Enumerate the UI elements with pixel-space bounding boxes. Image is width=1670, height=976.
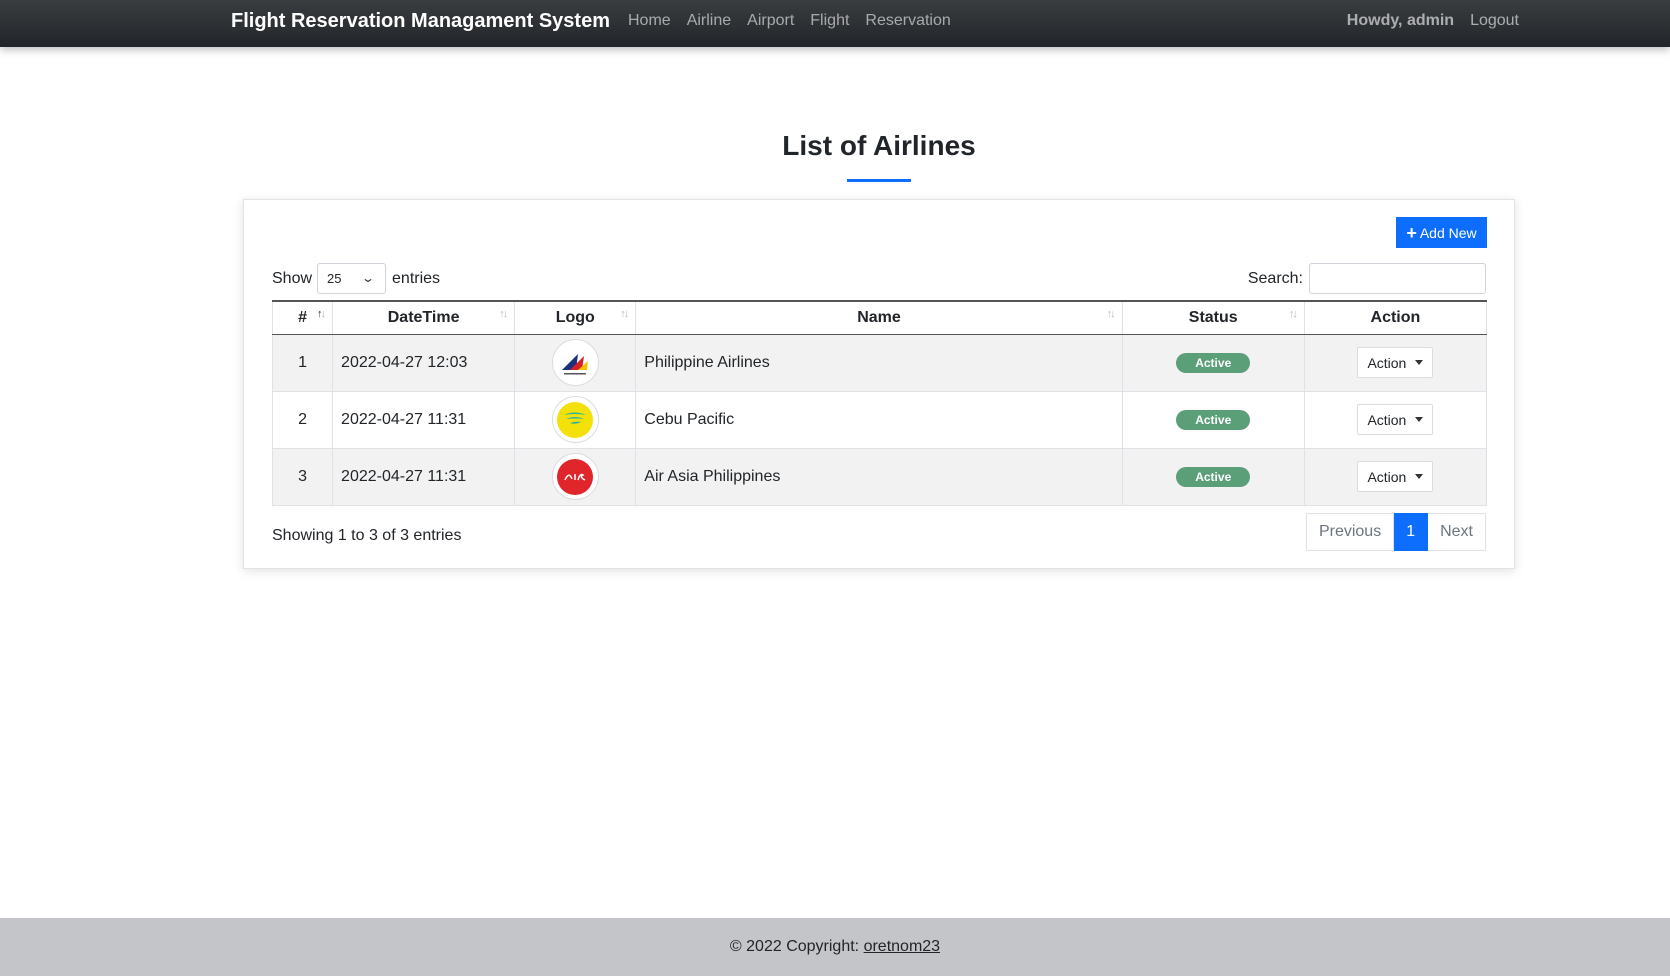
title-underline [847,179,911,182]
header-datetime[interactable]: DateTime ↑↓ [332,300,516,335]
nav-flight-link[interactable]: Flight [810,12,849,30]
nav-links: Home Airline Airport Flight Reservation [628,12,967,30]
row-logo-cell [514,390,637,449]
row-number: 3 [271,447,334,506]
action-label: Action [1367,411,1407,428]
philippine-airlines-logo [551,339,599,386]
nav-reservation-link[interactable]: Reservation [865,12,950,30]
sort-icon: ↑↓ [1288,308,1298,320]
header-logo[interactable]: Logo ↑↓ [514,300,637,335]
plus-icon: + [1406,222,1417,243]
nav-airport-link[interactable]: Airport [747,12,794,30]
footer: © 2022 Copyright: oretnom23 [0,918,1670,976]
status-badge: Active [1176,352,1251,373]
author-link[interactable]: oretnom23 [864,938,941,955]
logout-link[interactable]: Logout [1470,12,1519,30]
add-new-label: Add New [1419,224,1477,241]
status-badge: Active [1176,466,1251,487]
header-datetime-label: DateTime [387,308,460,326]
brand-link[interactable]: Flight Reservation Managament System [231,10,610,33]
row-status-cell: Active [1121,390,1305,449]
copyright-text: © 2022 Copyright: [729,938,860,955]
previous-page-button[interactable]: Previous [1305,513,1395,551]
user-greeting: Howdy, admin [1346,12,1455,29]
action-label: Action [1367,354,1407,371]
entries-label: entries [392,269,441,287]
nav-airline-link[interactable]: Airline [687,12,731,30]
row-number: 2 [271,390,334,449]
table-row: 2 2022-04-27 11:31 Cebu Pacific Active A… [271,390,1488,449]
table-row: 3 2022-04-27 11:31 Air Asia Philippines … [271,447,1488,506]
page-title: List of Airlines [782,130,976,161]
row-datetime: 2022-04-27 11:31 [332,390,516,449]
table-info: Showing 1 to 3 of 3 entries [272,527,462,544]
sort-icon: ↑↓ [620,308,629,320]
header-name-label: Name [857,308,901,326]
row-action-cell: Action [1303,333,1488,392]
sort-icon: ↑↓ [1106,308,1116,320]
nav-user-area: Howdy, admin Logout [1347,12,1519,30]
search-input[interactable] [1309,263,1486,294]
header-status[interactable]: Status ↑↓ [1121,300,1305,335]
row-logo-cell [514,333,637,392]
page-length-select[interactable]: 25 ⌄ [317,263,387,294]
action-dropdown-button[interactable]: Action [1357,347,1434,378]
page-length-control: Show 25 ⌄ entries [272,263,440,294]
chevron-down-icon: ⌄ [360,271,376,285]
caret-down-icon [1415,417,1424,422]
row-number: 1 [271,333,334,392]
nav-home-link[interactable]: Home [628,12,671,30]
row-name: Cebu Pacific [635,390,1123,449]
caret-down-icon [1415,474,1424,479]
sort-icon: ↑↓ [499,308,508,320]
row-datetime: 2022-04-27 12:03 [332,333,516,392]
next-page-button[interactable]: Next [1428,513,1486,551]
page-1-button[interactable]: 1 [1394,513,1429,551]
page-length-value: 25 [327,271,342,286]
row-action-cell: Action [1303,390,1488,449]
search-control: Search: [1248,263,1486,294]
header-status-label: Status [1188,308,1238,326]
add-new-button[interactable]: + Add New [1396,217,1487,248]
header-number-label: # [298,308,307,326]
caret-down-icon [1415,360,1424,365]
row-status-cell: Active [1121,447,1305,506]
row-name: Philippine Airlines [635,333,1123,392]
row-logo-cell [514,447,637,506]
pagination: Previous 1 Next [1305,513,1486,551]
row-status-cell: Active [1121,333,1305,392]
top-navbar: Flight Reservation Managament System Hom… [0,0,1670,47]
action-dropdown-button[interactable]: Action [1357,404,1434,435]
table-header-row: # ↑↓ DateTime ↑↓ Logo ↑↓ Name ↑↓ Status [271,300,1488,335]
table-row: 1 2022-04-27 12:03 Philippine Airlines A… [271,333,1488,392]
header-action-label: Action [1370,308,1421,326]
action-dropdown-button[interactable]: Action [1357,461,1434,492]
cebu-pacific-logo [551,396,599,443]
row-name: Air Asia Philippines [635,447,1123,506]
show-label: Show [272,269,313,287]
header-action: Action [1303,300,1488,335]
airlines-table: # ↑↓ DateTime ↑↓ Logo ↑↓ Name ↑↓ Status [271,300,1488,506]
row-action-cell: Action [1303,447,1488,506]
header-name[interactable]: Name ↑↓ [635,300,1123,335]
header-number[interactable]: # ↑↓ [271,300,334,335]
row-datetime: 2022-04-27 11:31 [332,447,516,506]
airlines-card: + Add New Show 25 ⌄ entries Search: # ↑↓… [243,199,1515,569]
search-label: Search: [1247,269,1303,287]
air-asia-logo [551,453,599,500]
action-label: Action [1367,468,1407,485]
sort-icon: ↑↓ [317,308,326,320]
header-logo-label: Logo [555,308,595,326]
status-badge: Active [1176,409,1251,430]
